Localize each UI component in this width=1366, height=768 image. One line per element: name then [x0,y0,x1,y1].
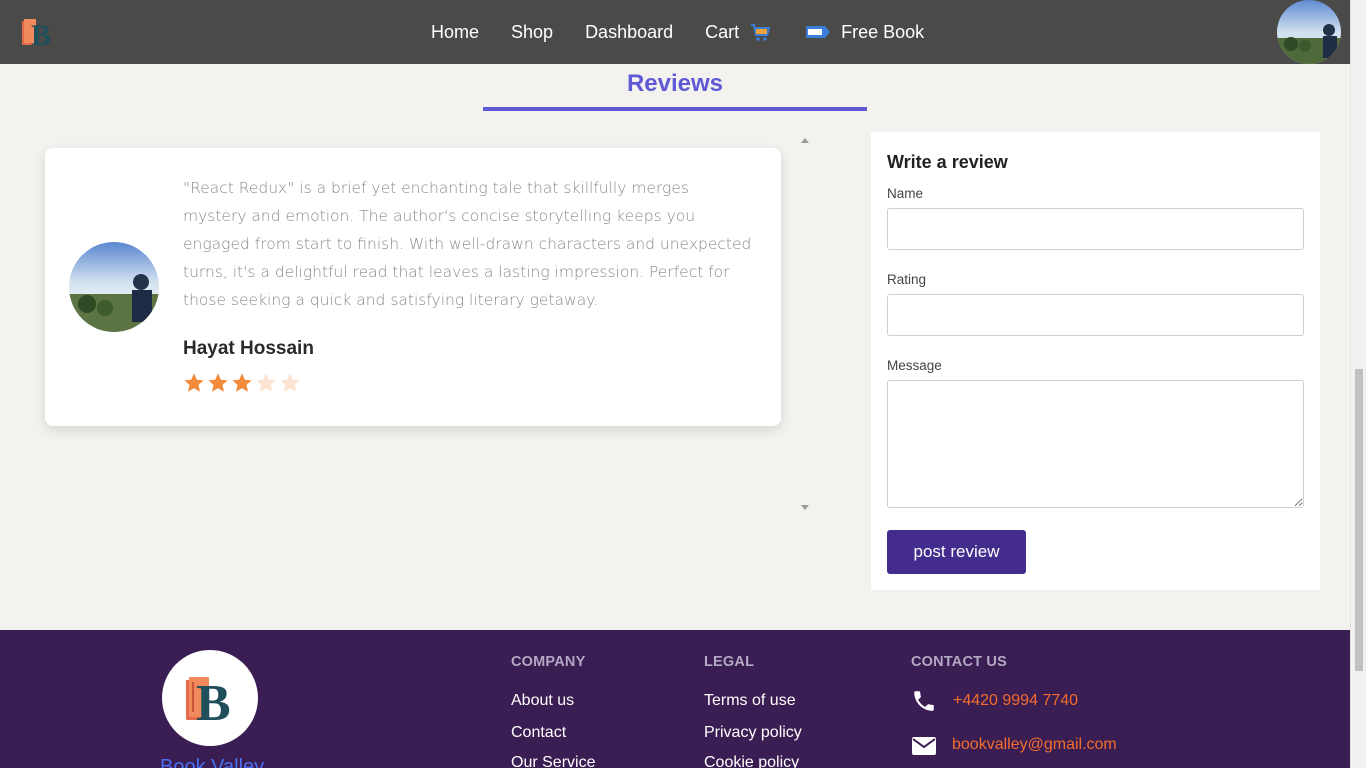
reviews-scrollbar[interactable] [797,132,813,516]
nav-home-label: Home [431,21,480,42]
star-empty-icon [280,373,300,392]
legal-heading: LEGAL [704,654,755,670]
main-nav: Home Shop Dashboard Cart Free Book [431,0,924,64]
message-label: Message [887,358,942,373]
phone-icon [914,691,934,711]
email-link[interactable]: bookvalley@gmail.com [952,736,1117,754]
phone-link[interactable]: +4420 9994 7740 [953,692,1078,710]
mail-icon [912,737,936,755]
nav-dashboard-link[interactable]: Dashboard [585,22,673,43]
nav-dashboard-label: Dashboard [585,21,674,42]
nav-shop-label: Shop [511,21,554,42]
avatar-photo [1277,0,1341,64]
name-label: Name [887,186,924,201]
nav-cart-label: Cart [705,21,740,42]
review-form: Write a review Name Rating Message post … [871,132,1320,590]
nav-home-link[interactable]: Home [431,22,479,43]
scroll-down-arrow-icon[interactable] [801,505,809,510]
star-filled-icon [208,373,228,392]
user-avatar[interactable] [1277,0,1341,64]
nav-free-book-label: Free Book [841,21,925,42]
post-review-button[interactable]: post review [887,530,1026,574]
star-filled-icon [232,373,252,392]
page-scrollbar[interactable] [1350,0,1366,768]
nav-cart-link[interactable]: Cart [705,21,771,43]
footer-brand[interactable]: Book Valley [160,756,264,768]
page-scrollbar-thumb[interactable] [1355,369,1363,671]
rating-label: Rating [887,272,927,287]
contact-link[interactable]: Contact [511,724,566,742]
navbar: B Home Shop Dashboard Cart Free Book [0,0,1350,64]
footer-logo-icon[interactable]: B [162,650,258,746]
contact-heading: CONTACT US [911,654,1007,670]
reviews-heading: Reviews [626,70,724,97]
about-us-link[interactable]: About us [511,692,574,710]
reviewer-name: Hayat Hossain [183,338,314,359]
rating-stars [183,372,301,394]
footer: B Book Valley COMPANY About us Contact O… [0,630,1350,768]
review-text: "React Redux" is a brief yet enchanting … [183,179,752,309]
our-service-link[interactable]: Our Service [511,754,595,768]
message-textarea[interactable] [887,380,1304,508]
form-title: Write a review [887,152,1008,172]
rating-input[interactable] [887,294,1304,336]
terms-link[interactable]: Terms of use [704,692,796,710]
cookie-link[interactable]: Cookie policy [704,754,799,768]
free-tag-icon [806,26,831,38]
nav-free-book-link[interactable]: Free Book [805,22,924,43]
company-heading: COMPANY [511,654,586,670]
star-empty-icon [256,373,276,392]
svg-text:B: B [31,19,51,49]
privacy-link[interactable]: Privacy policy [704,724,802,742]
name-input[interactable] [887,208,1304,250]
reviews-underline [483,107,867,111]
star-filled-icon [184,373,204,392]
reviewer-avatar [69,242,159,332]
cart-icon [751,24,771,41]
book-logo-icon[interactable]: B [20,15,54,49]
nav-shop-link[interactable]: Shop [511,22,553,43]
scroll-up-arrow-icon[interactable] [801,138,809,143]
review-card: "React Redux" is a brief yet enchanting … [45,148,781,426]
svg-text:B: B [196,675,231,728]
